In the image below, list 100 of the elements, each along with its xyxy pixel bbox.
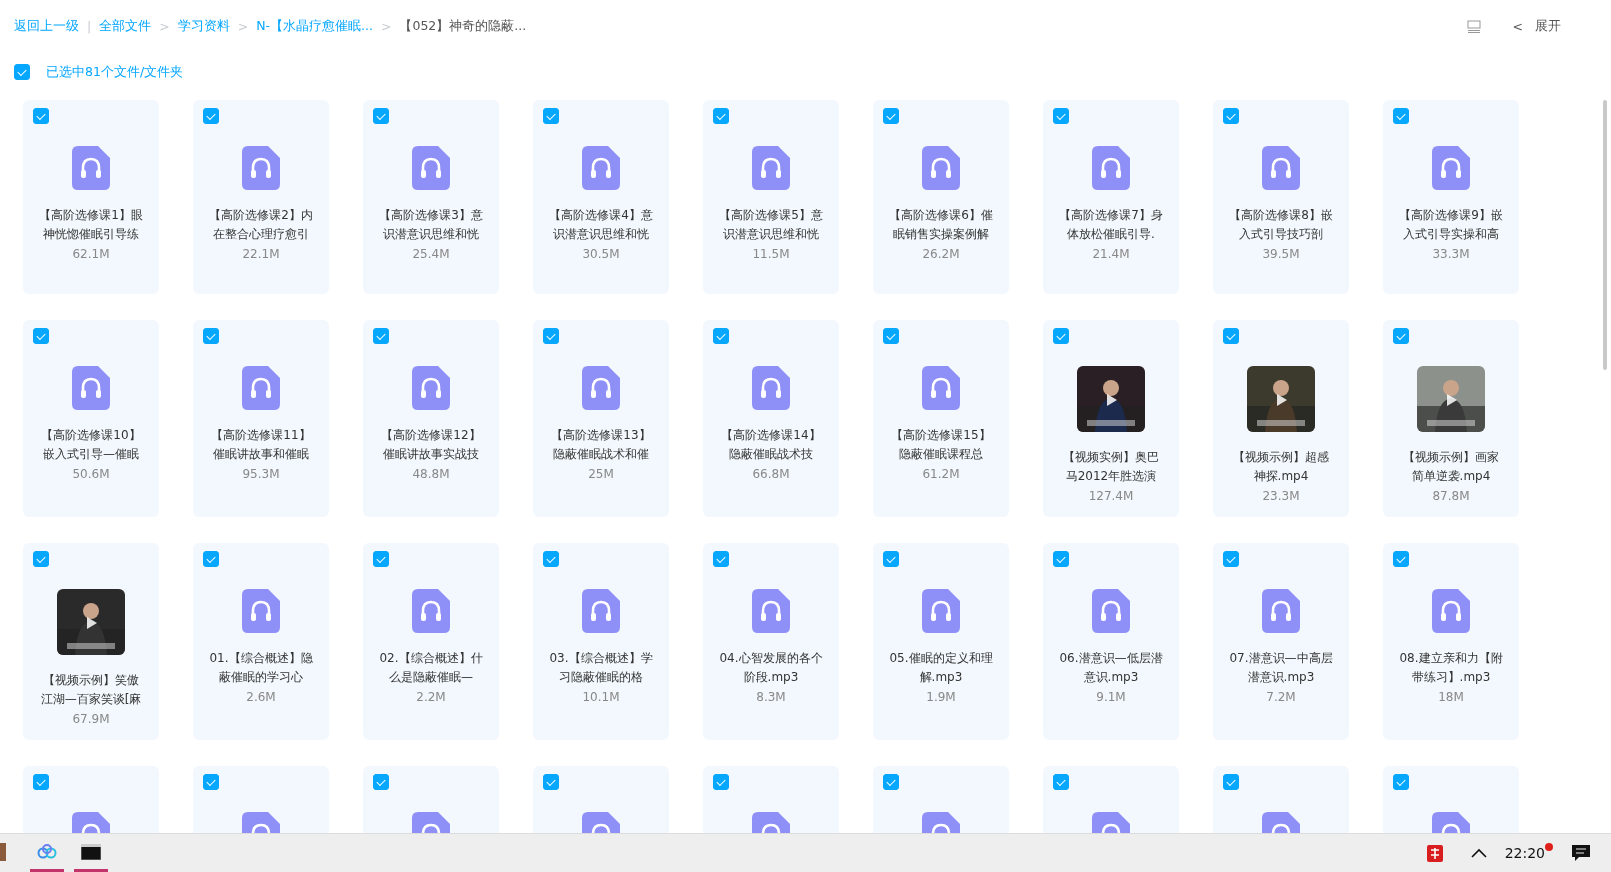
file-checkbox[interactable] (33, 551, 49, 567)
audio-file-icon (1262, 589, 1300, 633)
audio-file-icon (1262, 146, 1300, 190)
file-checkbox[interactable] (1393, 551, 1409, 567)
file-size: 48.8M (412, 467, 450, 481)
file-checkbox[interactable] (1393, 328, 1409, 344)
file-checkbox[interactable] (543, 774, 559, 790)
file-card[interactable]: 【视频示例】超感 神探.mp4 23.3M (1213, 320, 1349, 517)
file-card[interactable]: 【高阶选修课12】 催眠讲故事实战技 48.8M (363, 320, 499, 517)
file-checkbox[interactable] (1393, 108, 1409, 124)
file-size: 87.8M (1432, 489, 1470, 503)
file-card[interactable]: 【高阶选修课9】嵌 入式引导实操和高 33.3M (1383, 100, 1519, 294)
file-card[interactable]: 【高阶选修课2】内 在整合心理疗愈引 22.1M (193, 100, 329, 294)
file-card[interactable]: 【高阶选修课10】 嵌入式引导—催眠 50.6M (23, 320, 159, 517)
file-checkbox[interactable] (1053, 551, 1069, 567)
file-checkbox[interactable] (373, 774, 389, 790)
file-size: 26.2M (922, 247, 960, 261)
file-checkbox[interactable] (203, 108, 219, 124)
file-card[interactable]: 【高阶选修课5】意 识潜意识思维和恍 11.5M (703, 100, 839, 294)
chevron-up-icon[interactable] (1470, 848, 1487, 858)
file-card[interactable]: 06.潜意识—低层潜 意识.mp3 9.1M (1043, 543, 1179, 740)
file-size: 25M (588, 467, 614, 481)
file-card[interactable]: 03.【综合概述】学 习隐蔽催眠的格 10.1M (533, 543, 669, 740)
file-card[interactable]: 04.心智发展的各个 阶段.mp3 8.3M (703, 543, 839, 740)
audio-file-icon (242, 589, 280, 633)
file-size: 2.6M (246, 690, 276, 704)
audio-file-icon (1092, 146, 1130, 190)
file-checkbox[interactable] (713, 551, 729, 567)
notification-center-icon[interactable] (1571, 844, 1591, 862)
file-card[interactable]: 02.【综合概述】什 么是隐蔽催眠— 2.2M (363, 543, 499, 740)
file-checkbox[interactable] (883, 774, 899, 790)
file-checkbox[interactable] (713, 328, 729, 344)
file-name: 【高阶选修课9】嵌 入式引导实操和高 (1399, 207, 1503, 243)
file-card[interactable]: 【高阶选修课8】嵌 入式引导技巧剖 39.5M (1213, 100, 1349, 294)
file-checkbox[interactable] (883, 328, 899, 344)
file-checkbox[interactable] (33, 328, 49, 344)
file-checkbox[interactable] (203, 551, 219, 567)
file-checkbox[interactable] (373, 328, 389, 344)
file-card[interactable]: 【视频示例】笑傲 江湖—百家笑谈[麻 67.9M (23, 543, 159, 740)
file-card[interactable]: 05.催眠的定义和理 解.mp3 1.9M (873, 543, 1009, 740)
file-checkbox[interactable] (1053, 108, 1069, 124)
file-checkbox[interactable] (1223, 551, 1239, 567)
audio-file-icon (1432, 589, 1470, 633)
file-card[interactable]: 08.建立亲和力【附 带练习】.mp3 18M (1383, 543, 1519, 740)
file-checkbox[interactable] (1053, 774, 1069, 790)
file-name: 【高阶选修课13】 隐蔽催眠战术和催 (551, 427, 651, 463)
file-card[interactable]: 【视频实例】奥巴 马2012年胜选演 127.4M (1043, 320, 1179, 517)
expand-link[interactable]: 展开 (1535, 17, 1561, 35)
file-checkbox[interactable] (1223, 328, 1239, 344)
file-size: 67.9M (72, 712, 110, 726)
file-checkbox[interactable] (33, 774, 49, 790)
file-checkbox[interactable] (203, 328, 219, 344)
file-card[interactable]: 【高阶选修课11】 催眠讲故事和催眠 95.3M (193, 320, 329, 517)
file-checkbox[interactable] (1223, 774, 1239, 790)
audio-file-icon (412, 146, 450, 190)
file-card[interactable]: 【高阶选修课4】意 识潜意识思维和恍 30.5M (533, 100, 669, 294)
audio-file-icon (242, 146, 280, 190)
file-card[interactable]: 【高阶选修课13】 隐蔽催眠战术和催 25M (533, 320, 669, 517)
list-view-icon[interactable] (1466, 19, 1481, 33)
tray-app-icon[interactable] (1424, 842, 1445, 864)
select-all-checkbox[interactable] (14, 64, 30, 80)
file-checkbox[interactable] (883, 108, 899, 124)
file-card[interactable]: 【高阶选修课15】 隐蔽催眠课程总 61.2M (873, 320, 1009, 517)
file-card[interactable]: 01.【综合概述】隐 蔽催眠的学习心 2.6M (193, 543, 329, 740)
file-checkbox[interactable] (713, 774, 729, 790)
file-card[interactable]: 【高阶选修课6】催 眠销售实操案例解 26.2M (873, 100, 1009, 294)
breadcrumb-link[interactable]: 【052】神奇的隐蔽... (399, 17, 527, 35)
file-size: 23.3M (1262, 489, 1300, 503)
file-checkbox[interactable] (1393, 774, 1409, 790)
audio-file-icon (1092, 589, 1130, 633)
scrollbar-thumb[interactable] (1603, 100, 1607, 370)
file-card[interactable]: 【视频示例】画家 简单逆袭.mp4 87.8M (1383, 320, 1519, 517)
file-name: 04.心智发展的各个 阶段.mp3 (719, 650, 823, 686)
audio-file-icon (412, 366, 450, 410)
file-card[interactable]: 【高阶选修课7】身 体放松催眠引导. 21.4M (1043, 100, 1179, 294)
file-checkbox[interactable] (1223, 108, 1239, 124)
file-checkbox[interactable] (543, 551, 559, 567)
file-size: 39.5M (1262, 247, 1300, 261)
file-checkbox[interactable] (1053, 328, 1069, 344)
file-checkbox[interactable] (33, 108, 49, 124)
clock[interactable]: 22:20 (1504, 845, 1545, 861)
audio-file-icon (752, 366, 790, 410)
file-checkbox[interactable] (373, 551, 389, 567)
audio-file-icon (582, 589, 620, 633)
file-checkbox[interactable] (543, 108, 559, 124)
file-checkbox[interactable] (203, 774, 219, 790)
file-card[interactable]: 07.潜意识—中高层 潜意识.mp3 7.2M (1213, 543, 1349, 740)
file-name: 【高阶选修课14】 隐蔽催眠战术技 (721, 427, 821, 463)
file-checkbox[interactable] (883, 551, 899, 567)
file-checkbox[interactable] (713, 108, 729, 124)
audio-file-icon (922, 589, 960, 633)
file-size: 95.3M (242, 467, 280, 481)
file-card[interactable]: 【高阶选修课1】眼 神恍惚催眠引导练 62.1M (23, 100, 159, 294)
file-card[interactable]: 【高阶选修课14】 隐蔽催眠战术技 66.8M (703, 320, 839, 517)
audio-file-icon (242, 366, 280, 410)
audio-file-icon (922, 146, 960, 190)
collapse-arrow[interactable]: < (1512, 18, 1523, 34)
file-card[interactable]: 【高阶选修课3】意 识潜意识思维和恍 25.4M (363, 100, 499, 294)
file-checkbox[interactable] (373, 108, 389, 124)
file-checkbox[interactable] (543, 328, 559, 344)
